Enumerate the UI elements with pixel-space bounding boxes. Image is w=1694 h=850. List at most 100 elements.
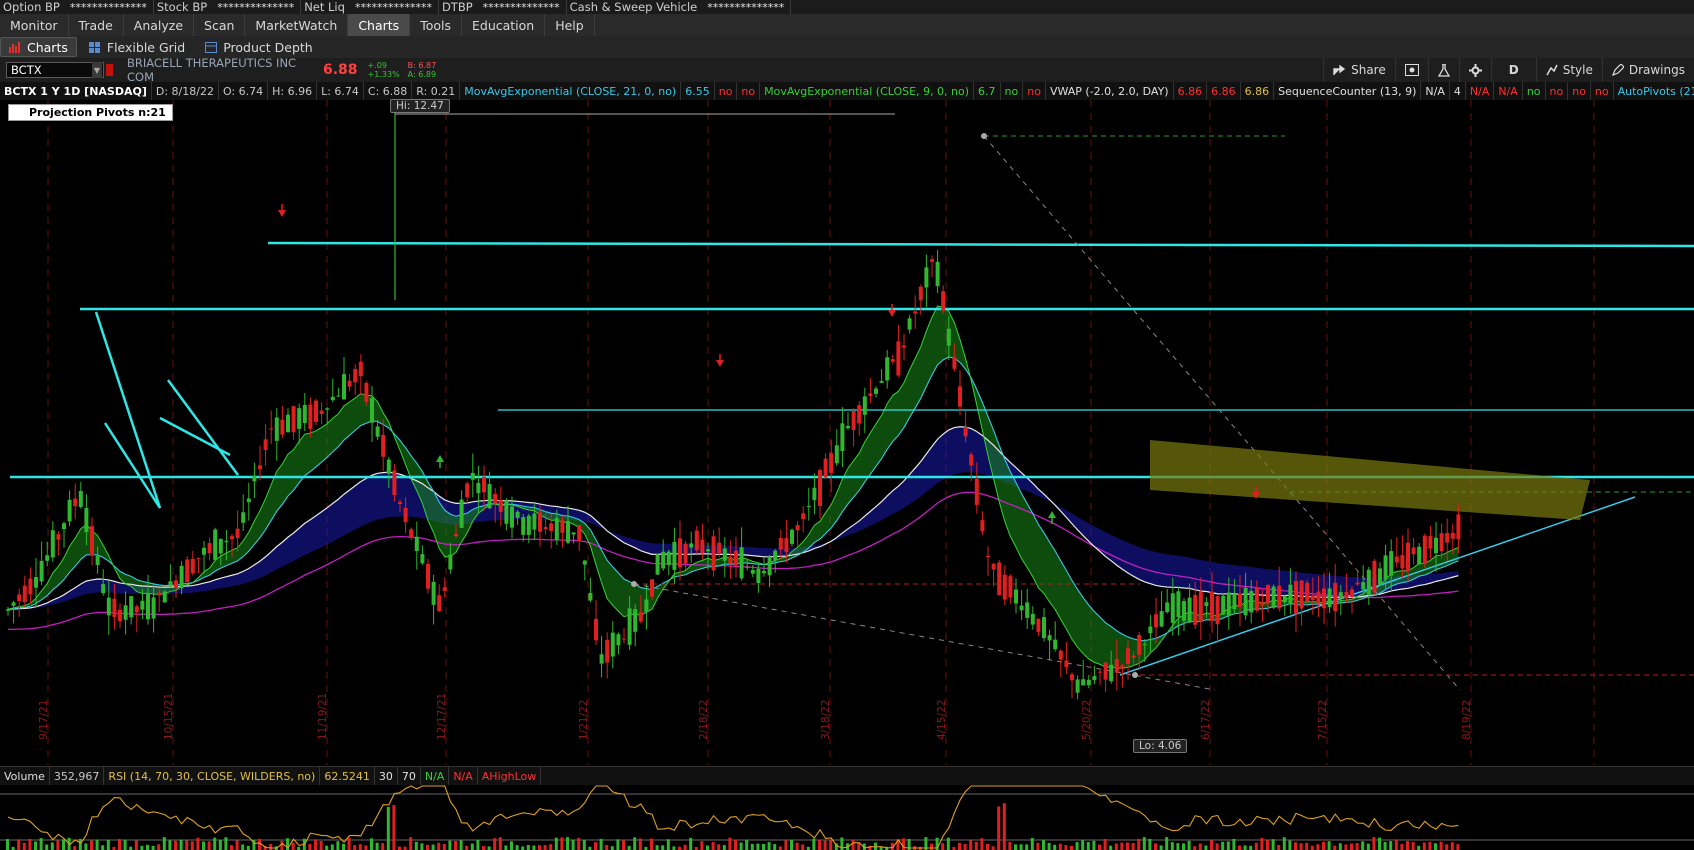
candle-body xyxy=(1182,601,1186,621)
study-item[interactable]: O: 6.74 xyxy=(219,82,269,100)
study-item[interactable]: no xyxy=(1546,82,1569,100)
volume-bar xyxy=(1366,843,1370,850)
studies-button[interactable] xyxy=(1427,58,1459,82)
study-item[interactable]: R: 0.21 xyxy=(412,82,461,100)
study-item[interactable]: N/A xyxy=(1494,82,1523,100)
candle-body xyxy=(364,383,369,402)
study-item[interactable]: MovAvgExponential (CLOSE, 21, 0, no) xyxy=(460,82,682,100)
study-item[interactable]: no xyxy=(1591,82,1614,100)
candle-body xyxy=(610,632,615,657)
price-chart[interactable]: 9/17/21 10/15/21 11/19/21 12/17/21 1/21/22 2/… xyxy=(0,100,1694,765)
candle-body xyxy=(325,408,330,410)
candle-body xyxy=(722,548,727,561)
volume-bar xyxy=(118,839,121,850)
study-item[interactable]: N/A xyxy=(1466,82,1495,100)
symbol-dropdown-icon[interactable]: ▼ xyxy=(92,62,102,78)
lower-study-item[interactable]: Volume xyxy=(0,767,50,785)
candle-body xyxy=(258,465,262,470)
share-button[interactable]: Share xyxy=(1323,58,1395,82)
study-item[interactable]: 6.86 xyxy=(1207,82,1241,100)
candle-body xyxy=(213,529,218,561)
candle-body xyxy=(482,476,486,493)
candle-body xyxy=(1070,674,1074,681)
lower-study-item[interactable]: 30 xyxy=(375,767,398,785)
candle-body xyxy=(1389,551,1394,576)
study-item[interactable]: no xyxy=(1568,82,1591,100)
study-item[interactable]: 6.7 xyxy=(974,82,1001,100)
chart-settings-panel-button[interactable] xyxy=(1394,58,1428,82)
symbol-input[interactable] xyxy=(6,62,104,78)
volume-bar xyxy=(426,844,429,850)
candle-body xyxy=(672,541,677,570)
candle-body xyxy=(185,559,190,583)
lower-study-item[interactable]: RSI (14, 70, 30, CLOSE, WILDERS, no) xyxy=(104,767,321,785)
study-item[interactable]: 6.86 xyxy=(1241,82,1275,100)
candle-body xyxy=(885,357,890,381)
menu-scan[interactable]: Scan xyxy=(194,14,246,36)
menu-trade[interactable]: Trade xyxy=(69,14,124,36)
candle-body xyxy=(638,612,643,622)
candle-body xyxy=(1249,590,1254,613)
lower-study-item[interactable]: 70 xyxy=(398,767,421,785)
flag-icon[interactable] xyxy=(106,64,113,76)
study-item[interactable]: D: 8/18/22 xyxy=(152,82,219,100)
volume-bar xyxy=(717,844,721,850)
style-button[interactable]: Style xyxy=(1535,58,1602,82)
subtab-product-depth[interactable]: Product Depth xyxy=(197,38,321,56)
volume-bar xyxy=(1036,842,1040,850)
account-field: Cash & Sweep Vehicle ************** xyxy=(567,0,792,14)
candle-body xyxy=(750,570,755,574)
drawings-button[interactable]: Drawings xyxy=(1601,58,1694,82)
study-item[interactable]: 6.86 xyxy=(1174,82,1208,100)
candle-body xyxy=(274,417,279,441)
settings-button[interactable] xyxy=(1458,58,1491,82)
study-item[interactable]: H: 6.96 xyxy=(268,82,318,100)
account-field-value: ************** xyxy=(482,0,560,14)
menu-analyze[interactable]: Analyze xyxy=(124,14,195,36)
study-item[interactable]: AutoPivots (21, yes, no, no, 20, 5, 5, y… xyxy=(1614,82,1694,100)
x-axis-date-label: 8/19/22 xyxy=(1461,700,1473,740)
study-item[interactable]: no xyxy=(715,82,738,100)
study-item[interactable]: no xyxy=(1023,82,1046,100)
candle-body xyxy=(442,587,447,592)
candle-body xyxy=(347,380,352,387)
menu-monitor[interactable]: Monitor xyxy=(0,14,69,36)
menu-marketwatch[interactable]: MarketWatch xyxy=(245,14,349,36)
volume-bar xyxy=(633,837,637,850)
volume-bar xyxy=(353,845,357,850)
volume-bar xyxy=(1058,843,1062,850)
lower-study-item[interactable]: N/A xyxy=(449,767,478,785)
volume-bar xyxy=(34,841,37,850)
lower-study-item[interactable]: 62.5241 xyxy=(320,767,375,785)
menu-education[interactable]: Education xyxy=(462,14,546,36)
volume-bar xyxy=(101,845,105,850)
lower-study-item[interactable]: 352,967 xyxy=(50,767,105,785)
sell-arrow-icon xyxy=(888,310,896,317)
subtab-flexible-grid[interactable]: Flexible Grid xyxy=(81,38,193,56)
study-item[interactable]: L: 6.74 xyxy=(317,82,364,100)
study-item[interactable]: no xyxy=(737,82,761,100)
menu-charts[interactable]: Charts xyxy=(348,14,411,36)
study-item[interactable]: VWAP (-2.0, 2.0, DAY) xyxy=(1046,82,1174,100)
lower-study-item[interactable]: N/A xyxy=(421,767,450,785)
study-item[interactable]: 6.55 xyxy=(681,82,715,100)
study-item[interactable]: no xyxy=(1523,82,1546,100)
volume-bar xyxy=(476,839,480,850)
lower-study-item[interactable]: AHighLow xyxy=(478,767,542,785)
candle-body xyxy=(538,512,542,532)
volume-bar xyxy=(1338,843,1342,850)
volume-bar xyxy=(1193,846,1197,850)
volume-rsi-chart[interactable] xyxy=(0,784,1694,850)
study-item[interactable]: N/A xyxy=(1421,82,1450,100)
study-item[interactable]: MovAvgExponential (CLOSE, 9, 0, no) xyxy=(760,82,975,100)
subtab-charts[interactable]: Charts xyxy=(0,37,77,57)
menu-help[interactable]: Help xyxy=(545,14,595,36)
period-button[interactable]: D xyxy=(1490,58,1536,82)
study-item[interactable]: SequenceCounter (13, 9) xyxy=(1274,82,1422,100)
study-item[interactable]: C: 6.88 xyxy=(364,82,413,100)
menu-tools[interactable]: Tools xyxy=(410,14,462,36)
study-item[interactable]: 4 xyxy=(1450,82,1466,100)
volume-bar xyxy=(1333,845,1337,850)
x-axis-date-label: 11/19/21 xyxy=(317,693,329,740)
study-item[interactable]: no xyxy=(1001,82,1024,100)
